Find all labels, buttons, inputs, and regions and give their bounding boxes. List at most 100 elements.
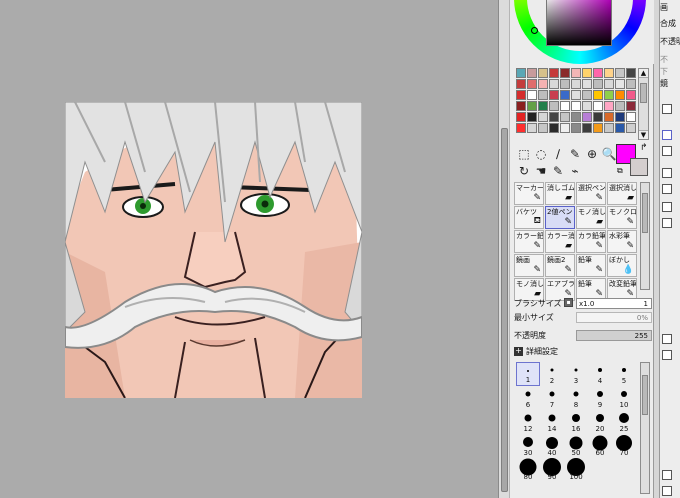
size-mode-icon[interactable]: ▪ [564, 298, 573, 307]
color-swatch[interactable] [582, 112, 592, 122]
size-preset-scrollbar[interactable] [640, 362, 650, 494]
brush-slot[interactable]: カラ鉛筆 ✎ [576, 230, 606, 253]
size-preset[interactable]: 5 [612, 362, 636, 386]
layer-selected-box[interactable] [662, 130, 672, 140]
color-swatch[interactable] [626, 68, 636, 78]
detail-settings-label[interactable]: 詳細設定 [526, 346, 558, 357]
layer-eye-icon-3[interactable] [662, 334, 672, 344]
color-swatch[interactable] [571, 90, 581, 100]
color-swatch[interactable] [516, 101, 526, 111]
color-swatch[interactable] [538, 101, 548, 111]
tool-icon[interactable]: ✎ [567, 146, 583, 162]
color-swatch[interactable] [593, 112, 603, 122]
color-swatch[interactable] [549, 123, 559, 133]
layer-box-4[interactable] [662, 486, 672, 496]
tool-icon[interactable]: ∕ [550, 146, 566, 162]
brush-size-field[interactable]: x1.0 1 [576, 298, 652, 309]
color-swatch[interactable] [626, 90, 636, 100]
brush-slot[interactable]: 選択消し ▰ [607, 182, 637, 205]
color-swatch[interactable] [571, 68, 581, 78]
brush-slot[interactable]: モノ消し ▰ [576, 206, 606, 229]
tool-icon[interactable]: ⊕ [584, 146, 600, 162]
color-swatch[interactable] [593, 68, 603, 78]
color-swatch[interactable] [560, 68, 570, 78]
color-swatch[interactable] [593, 101, 603, 111]
color-swatch[interactable] [615, 68, 625, 78]
canvas-vertical-scrollbar[interactable] [498, 0, 510, 498]
size-preset[interactable]: 8 [564, 386, 588, 410]
swatch-scrollbar[interactable]: ▲ ▼ [638, 68, 649, 140]
tool-icon[interactable]: ⌁ [567, 163, 583, 179]
artwork-canvas[interactable] [65, 102, 362, 398]
color-swatch[interactable] [549, 101, 559, 111]
swap-colors-icon[interactable]: ↱ [640, 143, 648, 153]
color-swatch[interactable] [582, 68, 592, 78]
brush-scrollbar[interactable] [640, 182, 650, 290]
tool-icon[interactable]: ✎ [550, 163, 566, 179]
layer-eye-icon[interactable] [662, 168, 672, 178]
brush-slot[interactable]: カラー消 ▰ [545, 230, 575, 253]
color-swatch[interactable] [604, 90, 614, 100]
color-swatch[interactable] [626, 101, 636, 111]
tool-icon[interactable]: ⬚ [516, 146, 532, 162]
size-preset[interactable]: 12 [516, 410, 540, 434]
size-preset[interactable]: 100 [564, 458, 588, 482]
brush-slot[interactable]: 鉛筆 ✎ [576, 254, 606, 277]
swatch-scroll-thumb[interactable] [640, 83, 647, 103]
layer-box-3[interactable] [662, 350, 672, 360]
size-preset[interactable]: 80 [516, 458, 540, 482]
size-preset[interactable]: 2 [540, 362, 564, 386]
brush-slot[interactable]: ぼかし 💧 [607, 254, 637, 277]
brush-slot[interactable]: 消しゴム ▰ [545, 182, 575, 205]
color-swatch[interactable] [549, 112, 559, 122]
color-swatch[interactable] [538, 112, 548, 122]
color-swatch[interactable] [527, 90, 537, 100]
color-swatch[interactable] [516, 68, 526, 78]
color-swatch[interactable] [626, 112, 636, 122]
color-swatch[interactable] [593, 79, 603, 89]
color-swatch[interactable] [582, 90, 592, 100]
detail-settings-row[interactable]: + 詳細設定 [514, 346, 652, 358]
color-swatch[interactable] [560, 79, 570, 89]
color-swatch[interactable] [549, 90, 559, 100]
brush-scroll-thumb[interactable] [642, 193, 648, 233]
min-size-slider[interactable]: 0% [576, 312, 652, 323]
layer-thumb-icon[interactable] [662, 104, 672, 114]
color-swatch[interactable] [604, 112, 614, 122]
color-swatch[interactable] [516, 123, 526, 133]
tool-icon[interactable]: ◌ [533, 146, 549, 162]
saturation-value-square[interactable] [546, 0, 612, 46]
size-preset[interactable]: 4 [588, 362, 612, 386]
brush-slot[interactable]: バケツ ⛾ [514, 206, 544, 229]
brush-slot[interactable]: 2値ペン ✎ [545, 206, 575, 229]
color-swatch[interactable] [571, 112, 581, 122]
color-swatch[interactable] [560, 101, 570, 111]
color-swatch[interactable] [527, 112, 537, 122]
brush-slot[interactable]: 水彩筆 ✎ [607, 230, 637, 253]
color-wheel-panel[interactable] [510, 0, 654, 64]
size-preset[interactable]: 9 [588, 386, 612, 410]
tool-icon[interactable]: 🔍 [601, 146, 617, 162]
size-preset[interactable]: 90 [540, 458, 564, 482]
color-swatch[interactable] [626, 123, 636, 133]
color-swatch[interactable] [604, 79, 614, 89]
color-swatch[interactable] [527, 123, 537, 133]
color-swatch[interactable] [560, 123, 570, 133]
size-preset[interactable]: 16 [564, 410, 588, 434]
scroll-down-icon[interactable]: ▼ [639, 130, 648, 139]
brush-slot[interactable]: 鏡画2 ✎ [545, 254, 575, 277]
color-swatch[interactable] [538, 79, 548, 89]
color-swatch[interactable] [582, 101, 592, 111]
size-preset[interactable]: 1 [516, 362, 540, 386]
color-swatch[interactable] [604, 68, 614, 78]
color-swatch[interactable] [538, 68, 548, 78]
size-preset[interactable]: 6 [516, 386, 540, 410]
brush-slot[interactable]: モノクロ ✎ [607, 206, 637, 229]
color-swatch[interactable] [615, 123, 625, 133]
tool-icon[interactable]: ↻ [516, 163, 532, 179]
color-swatch[interactable] [582, 123, 592, 133]
opacity-slider[interactable]: 255 [576, 330, 652, 341]
size-preset[interactable]: 7 [540, 386, 564, 410]
layer-eye-icon-4[interactable] [662, 470, 672, 480]
size-preset[interactable]: 10 [612, 386, 636, 410]
